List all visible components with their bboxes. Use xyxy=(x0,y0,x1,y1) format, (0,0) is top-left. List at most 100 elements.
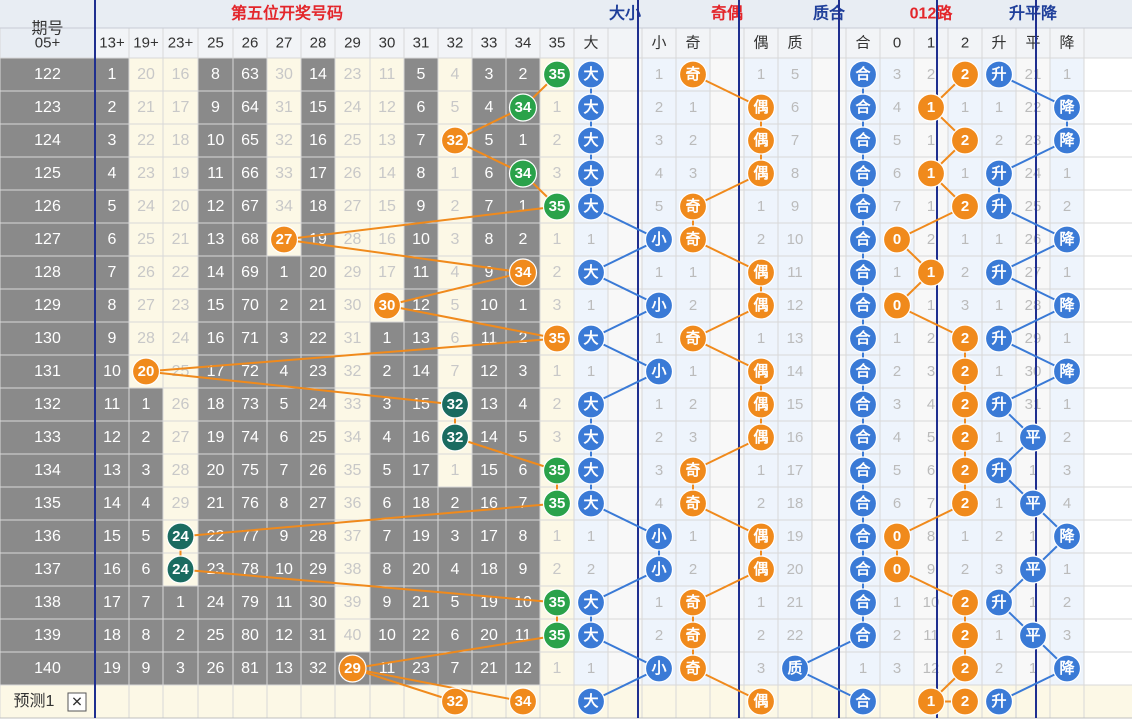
number-cell: 135 xyxy=(34,495,61,512)
zone-miss-cell: 偶 xyxy=(753,561,768,578)
zone-miss-cell: 升 xyxy=(991,66,1006,83)
zone-miss-cell: 奇 xyxy=(685,594,700,611)
subcol-header-14: 35 xyxy=(549,35,566,52)
zone-miss-cell: 1 xyxy=(995,363,1003,380)
zone-miss-cell: 3 xyxy=(655,132,663,149)
subcol-header-29: 降 xyxy=(1059,35,1074,52)
zone-miss-cell: 22 xyxy=(787,627,804,644)
number-cell: 5 xyxy=(451,99,460,116)
zone-miss-cell: 升 xyxy=(991,330,1006,347)
number-cell: 2 xyxy=(383,363,392,380)
number-cell: 29 xyxy=(344,660,362,677)
zone-miss-cell: 奇 xyxy=(685,660,700,677)
number-cell: 4 xyxy=(451,561,460,578)
number-cell: 37 xyxy=(344,528,362,545)
number-cell: 19 xyxy=(412,528,430,545)
number-cell: 39 xyxy=(344,594,362,611)
number-cell: 9 xyxy=(211,99,220,116)
zone-miss-cell: 24 xyxy=(1025,165,1042,182)
number-cell: 30 xyxy=(309,594,327,611)
number-cell: 33 xyxy=(344,396,362,413)
zone-miss-cell: 奇 xyxy=(685,462,700,479)
number-cell: 81 xyxy=(241,660,259,677)
number-cell: 27 xyxy=(137,297,155,314)
number-cell: 28 xyxy=(172,462,190,479)
zone-miss-cell: 2 xyxy=(1063,594,1071,611)
zone-miss-cell: 4 xyxy=(927,396,935,413)
zone-miss-cell: 偶 xyxy=(753,99,768,116)
number-cell: 24 xyxy=(137,198,155,215)
zone-miss-cell: 27 xyxy=(1025,264,1042,281)
number-cell: 18 xyxy=(103,627,121,644)
number-cell: 6 xyxy=(142,561,151,578)
zone-miss-cell: 0 xyxy=(893,561,901,578)
number-cell: 70 xyxy=(241,297,259,314)
zone-miss-cell: 1 xyxy=(961,231,969,248)
zone-miss-cell: 1 xyxy=(1063,330,1071,347)
number-cell: 35 xyxy=(548,462,566,479)
number-cell: 10 xyxy=(103,363,121,380)
number-cell: 18 xyxy=(480,561,498,578)
zone-miss-cell: 合 xyxy=(855,495,870,512)
number-cell: 66 xyxy=(241,165,259,182)
number-cell: 7 xyxy=(417,132,426,149)
number-cell: 26 xyxy=(309,462,327,479)
subcol-header-10: 31 xyxy=(413,35,430,52)
subcol-header-24: 0 xyxy=(893,35,901,52)
zone-miss-cell: 4 xyxy=(655,495,663,512)
number-cell: 6 xyxy=(383,495,392,512)
number-cell: 20 xyxy=(137,363,155,380)
number-cell: 8 xyxy=(383,561,392,578)
prediction-label: 预测1 xyxy=(14,692,55,710)
zone-miss-cell: 1 xyxy=(1063,396,1071,413)
zone-miss-cell: 降 xyxy=(1059,297,1074,314)
number-cell: 75 xyxy=(241,462,259,479)
zone-miss-cell: 合 xyxy=(855,330,870,347)
number-cell: 35 xyxy=(344,462,362,479)
number-cell: 125 xyxy=(34,165,61,182)
number-cell: 10 xyxy=(412,231,430,248)
number-cell: 15 xyxy=(309,99,327,116)
number-cell: 11 xyxy=(413,264,430,281)
number-cell: 1 xyxy=(280,264,289,281)
number-cell: 17 xyxy=(412,462,430,479)
zone-miss-cell: 1 xyxy=(1063,66,1071,83)
number-cell: 5 xyxy=(280,396,289,413)
zone-miss-cell: 合 xyxy=(855,363,870,380)
zone-miss-cell: 1 xyxy=(757,330,765,347)
number-cell: 2 xyxy=(176,627,185,644)
number-cell: 28 xyxy=(137,330,155,347)
zone-miss-cell: 奇 xyxy=(685,231,700,248)
zone-miss-cell: 1 xyxy=(655,264,663,281)
trend-table-grid: 第五位开奖号码 大小 奇偶 质合 012路 升平降期号05+ 13+ 19+ 23+ 25 26 27… xyxy=(0,0,1132,720)
number-cell: 22 xyxy=(309,330,327,347)
zone-miss-cell: 奇 xyxy=(685,198,700,215)
number-cell: 5 xyxy=(519,429,528,446)
number-cell: 7 xyxy=(451,660,460,677)
number-cell: 7 xyxy=(519,495,528,512)
number-cell: 35 xyxy=(548,627,566,644)
subcol-header-15: 大 xyxy=(583,35,598,52)
number-cell: 4 xyxy=(451,264,460,281)
number-cell: 19 xyxy=(103,660,121,677)
zone-miss-cell: 4 xyxy=(893,429,901,446)
subcol-header-6: 27 xyxy=(276,35,293,52)
zone-miss-cell: 30 xyxy=(1025,363,1042,380)
zone-miss-cell: 小 xyxy=(651,528,666,545)
zone-miss-cell: 18 xyxy=(787,495,804,512)
prediction-close-button[interactable]: ✕ xyxy=(67,692,87,712)
number-cell: 14 xyxy=(480,429,498,446)
number-cell: 10 xyxy=(378,627,396,644)
zone-miss-cell: 2 xyxy=(587,561,595,578)
zone-miss-cell: 平 xyxy=(1025,429,1040,446)
number-cell: 1 xyxy=(383,330,392,347)
zone-miss-cell: 大 xyxy=(583,99,598,116)
zone-miss-cell: 升 xyxy=(991,165,1006,182)
zone-miss-cell: 8 xyxy=(927,528,935,545)
number-cell: 12 xyxy=(207,198,225,215)
number-cell: 3 xyxy=(451,528,460,545)
zone-miss-cell: 大 xyxy=(583,330,598,347)
number-cell: 25 xyxy=(137,231,155,248)
zone-miss-cell: 2 xyxy=(961,594,969,611)
zone-miss-cell: 平 xyxy=(1025,495,1040,512)
